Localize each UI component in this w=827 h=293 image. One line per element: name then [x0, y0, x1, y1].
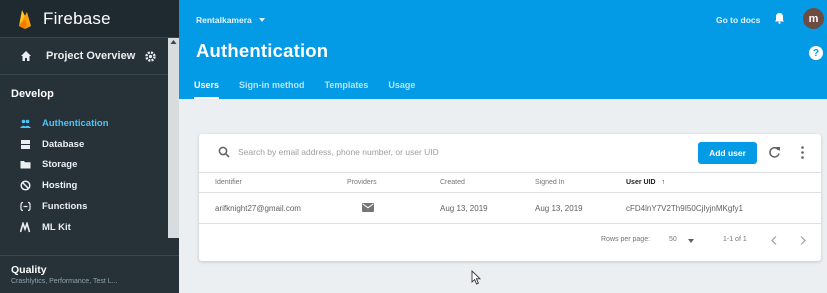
project-name: Rentalkamera: [196, 15, 252, 25]
ml-kit-icon: [20, 221, 31, 233]
go-to-docs-link[interactable]: Go to docs: [716, 15, 760, 25]
bell-icon[interactable]: [774, 12, 785, 24]
help-icon[interactable]: ?: [809, 46, 823, 60]
tab-usage[interactable]: Usage: [388, 80, 415, 99]
column-header-providers[interactable]: Providers: [347, 179, 377, 186]
tab-templates[interactable]: Templates: [325, 80, 369, 99]
page-header: Rentalkamera Go to docs m Authentication…: [179, 0, 827, 99]
email-icon: [362, 203, 374, 212]
firebase-logo-icon: [19, 9, 31, 29]
gear-icon[interactable]: [144, 50, 157, 63]
sidebar: Firebase Project Overview Develop Authen…: [0, 0, 179, 293]
sidebar-item-database[interactable]: Database: [20, 136, 84, 152]
mouse-cursor-icon: [471, 270, 482, 285]
users-card: Add user Identifier Providers Created Si…: [199, 134, 821, 261]
brand-header[interactable]: Firebase: [0, 0, 179, 38]
sidebar-item-label: Database: [42, 138, 85, 150]
tab-users[interactable]: Users: [194, 80, 220, 99]
column-header-signed-in[interactable]: Signed In: [535, 179, 565, 186]
column-header-user-uid[interactable]: User UID ↑: [626, 179, 665, 186]
people-icon: [20, 118, 31, 129]
sidebar-item-functions[interactable]: Functions: [20, 198, 87, 214]
database-icon: [20, 139, 31, 150]
tab-bar: Users Sign-in method Templates Usage: [194, 80, 435, 99]
sidebar-item-label: Hosting: [42, 179, 78, 191]
table-row[interactable]: arifknight27@gmail.com Aug 13, 2019 Aug …: [199, 193, 821, 224]
rows-per-page-select[interactable]: 50: [669, 236, 677, 243]
chevron-right-icon[interactable]: [800, 236, 806, 245]
sidebar-item-label: Storage: [42, 158, 78, 170]
quality-section-subtitle: Crashlytics, Performance, Test L...: [11, 278, 118, 285]
sidebar-item-storage[interactable]: Storage: [20, 156, 77, 172]
rows-per-page-label: Rows per page:: [601, 236, 651, 243]
globe-icon: [20, 179, 31, 191]
page-title: Authentication: [196, 40, 329, 61]
search-icon: [218, 146, 230, 158]
functions-icon: [20, 201, 31, 212]
develop-section-heading[interactable]: Develop: [11, 88, 54, 100]
sidebar-item-authentication[interactable]: Authentication: [20, 115, 109, 131]
cell-identifier: arifknight27@gmail.com: [215, 204, 301, 213]
cell-signed-in: Aug 13, 2019: [535, 204, 583, 213]
column-header-label: User UID: [626, 179, 656, 186]
cell-user-uid: cFD4lnY7V2Th9I50CjIyjnMKgfy1: [626, 204, 743, 213]
tab-sign-in-method[interactable]: Sign-in method: [239, 80, 305, 99]
quality-section[interactable]: Quality Crashlytics, Performance, Test L…: [0, 255, 179, 293]
cell-created: Aug 13, 2019: [440, 204, 488, 213]
sidebar-scrollbar[interactable]: [168, 38, 179, 238]
scroll-up-arrow-icon[interactable]: [170, 39, 177, 45]
more-vert-icon[interactable]: [801, 146, 804, 159]
sidebar-item-label: Functions: [42, 200, 88, 212]
sidebar-item-label: ML Kit: [42, 221, 71, 233]
project-overview-item[interactable]: Project Overview: [0, 38, 179, 75]
add-user-button[interactable]: Add user: [698, 142, 757, 164]
avatar[interactable]: m: [803, 8, 824, 29]
search-input[interactable]: [238, 144, 568, 160]
table-pagination: Rows per page: 50 1-1 of 1: [199, 224, 821, 261]
page-range: 1-1 of 1: [723, 236, 747, 243]
search-toolbar: Add user: [199, 134, 821, 172]
chevron-left-icon[interactable]: [771, 236, 777, 245]
folder-icon: [20, 159, 31, 170]
column-header-created[interactable]: Created: [440, 179, 465, 186]
brand-name: Firebase: [43, 8, 111, 28]
home-icon: [21, 51, 31, 61]
column-header-identifier[interactable]: Identifier: [215, 179, 242, 186]
sidebar-item-hosting[interactable]: Hosting: [20, 177, 77, 193]
table-header: Identifier Providers Created Signed In U…: [199, 172, 821, 193]
caret-down-icon: [258, 18, 265, 22]
project-overview-label: Project Overview: [46, 50, 136, 62]
caret-down-icon[interactable]: [688, 239, 694, 243]
sidebar-item-ml-kit[interactable]: ML Kit: [20, 219, 71, 235]
quality-section-heading: Quality: [11, 264, 47, 276]
sort-ascending-icon: ↑: [661, 179, 666, 186]
refresh-icon[interactable]: [768, 146, 781, 159]
project-selector[interactable]: Rentalkamera: [196, 15, 265, 25]
sidebar-item-label: Authentication: [42, 117, 109, 129]
